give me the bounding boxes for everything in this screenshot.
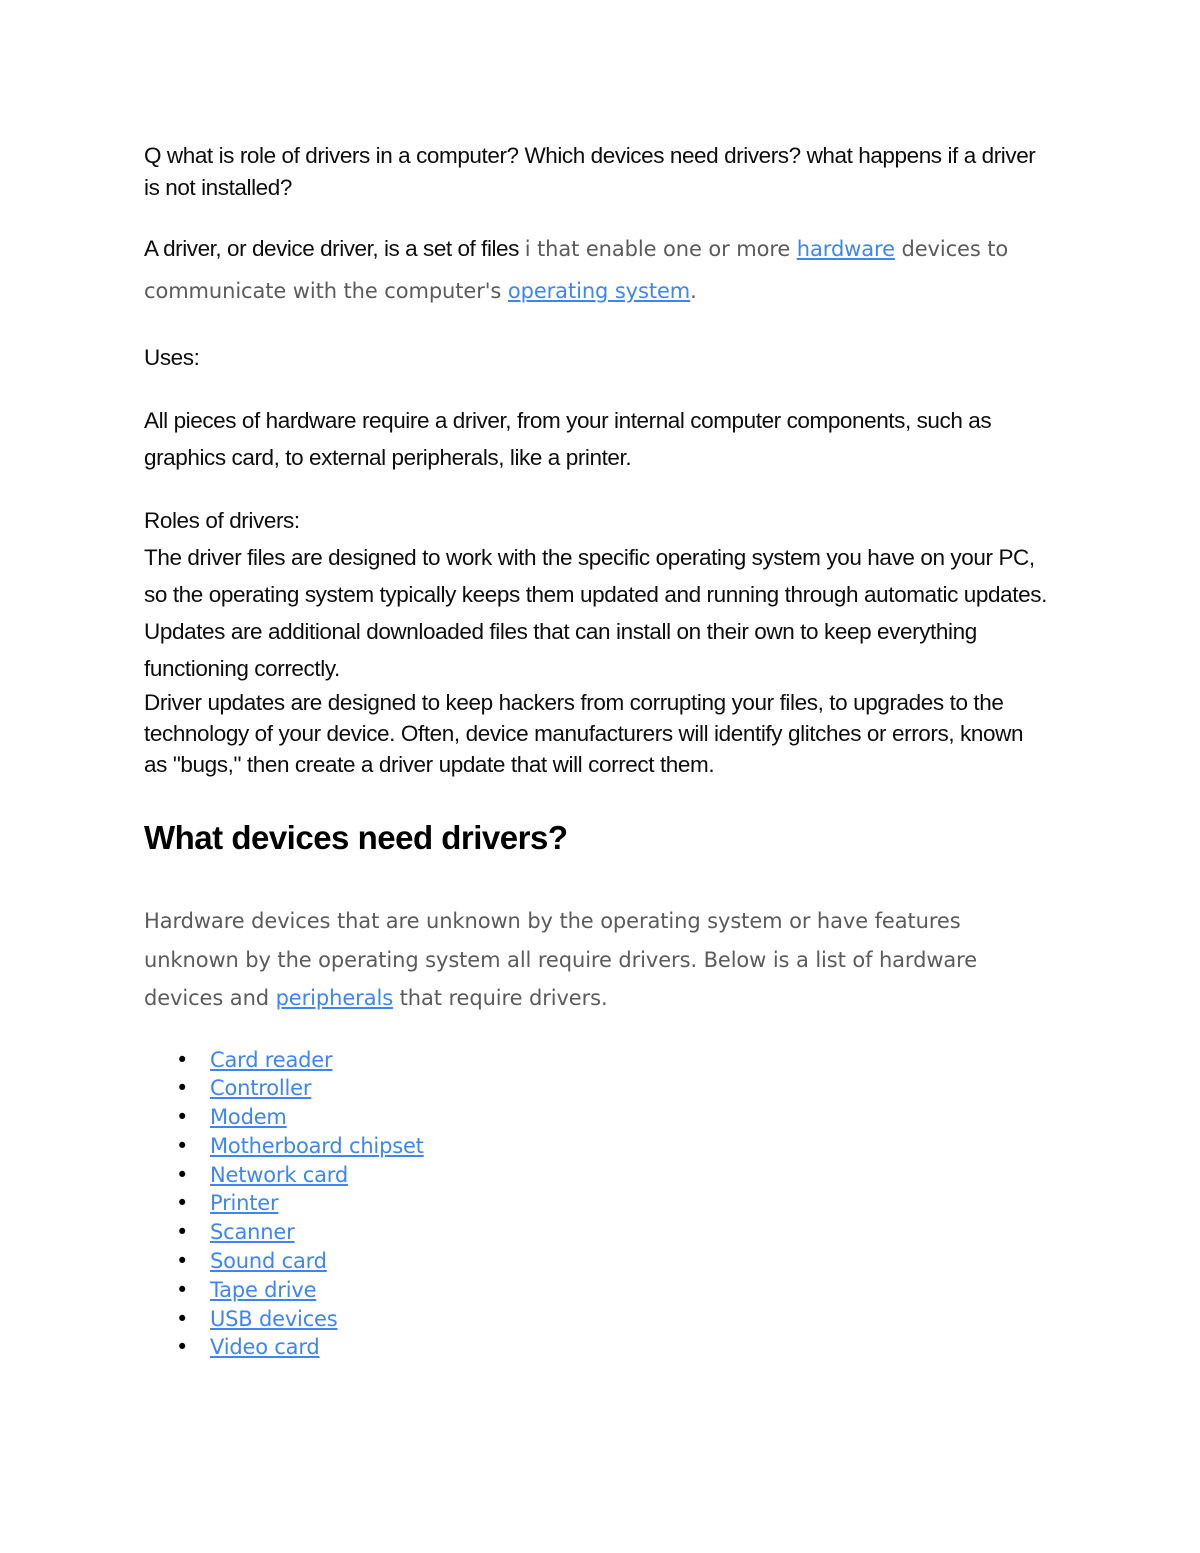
devices-intro-paragraph: Hardware devices that are unknown by the… — [144, 902, 1049, 1018]
question-paragraph: Q what is role of drivers in a computer?… — [144, 143, 1036, 200]
definition-lead-text: A driver, or device driver, is a set of … — [144, 236, 525, 261]
device-link-printer[interactable]: Printer — [210, 1191, 279, 1215]
bullet-icon: • — [176, 1076, 189, 1101]
list-item: • USB devices — [144, 1305, 1050, 1334]
uses-body-paragraph: All pieces of hardware require a driver,… — [144, 408, 992, 470]
hardware-link[interactable]: hardware — [797, 237, 895, 261]
uses-label: Uses: — [144, 345, 200, 370]
bullet-icon: • — [176, 1133, 189, 1158]
device-link-network-card[interactable]: Network card — [210, 1163, 348, 1187]
devices-heading: What devices need drivers? — [144, 819, 568, 856]
list-item: • Sound card — [144, 1247, 1050, 1276]
list-item: • Printer — [144, 1189, 1050, 1218]
device-link-card-reader[interactable]: Card reader — [210, 1048, 333, 1072]
bullet-icon: • — [176, 1191, 189, 1216]
device-link-controller[interactable]: Controller — [210, 1076, 312, 1100]
list-item: • Video card — [144, 1333, 1050, 1362]
definition-grey-text-1: i that enable one or more — [524, 237, 797, 261]
driver-updates-paragraph: Driver updates are designed to keep hack… — [144, 690, 1024, 777]
bullet-icon: • — [176, 1335, 189, 1360]
operating-system-link[interactable]: operating system — [508, 279, 690, 303]
document-page: Q what is role of drivers in a computer?… — [0, 0, 1200, 1553]
list-item: • Network card — [144, 1161, 1050, 1190]
list-item: • Scanner — [144, 1218, 1050, 1247]
device-link-motherboard-chipset[interactable]: Motherboard chipset — [210, 1134, 424, 1158]
bullet-icon: • — [176, 1162, 189, 1187]
device-link-scanner[interactable]: Scanner — [210, 1220, 295, 1244]
bullet-icon: • — [176, 1306, 189, 1331]
bullet-icon: • — [176, 1105, 189, 1130]
list-item: • Tape drive — [144, 1276, 1050, 1305]
bullet-icon: • — [176, 1277, 189, 1302]
list-item: • Motherboard chipset — [144, 1132, 1050, 1161]
bullet-icon: • — [176, 1249, 189, 1274]
definition-grey-text-3: . — [690, 278, 697, 303]
list-item: • Controller — [144, 1074, 1050, 1103]
list-item: • Modem — [144, 1103, 1050, 1132]
device-link-sound-card[interactable]: Sound card — [210, 1249, 327, 1273]
peripherals-link[interactable]: peripherals — [276, 986, 394, 1010]
device-link-usb-devices[interactable]: USB devices — [210, 1307, 338, 1331]
devices-intro-text-2: that require drivers. — [393, 986, 608, 1010]
roles-label: Roles of drivers: — [144, 508, 300, 533]
roles-body-paragraph: The driver files are designed to work wi… — [144, 545, 1047, 681]
bullet-icon: • — [176, 1047, 189, 1072]
device-link-modem[interactable]: Modem — [210, 1105, 287, 1129]
bullet-icon: • — [176, 1220, 189, 1245]
device-link-video-card[interactable]: Video card — [210, 1335, 320, 1359]
device-link-tape-drive[interactable]: Tape drive — [210, 1278, 316, 1302]
driver-definition-paragraph: A driver, or device driver, is a set of … — [144, 230, 1049, 313]
device-list: • Card reader • Controller • Modem • Mot… — [144, 1046, 1050, 1363]
list-item: • Card reader — [144, 1046, 1050, 1075]
